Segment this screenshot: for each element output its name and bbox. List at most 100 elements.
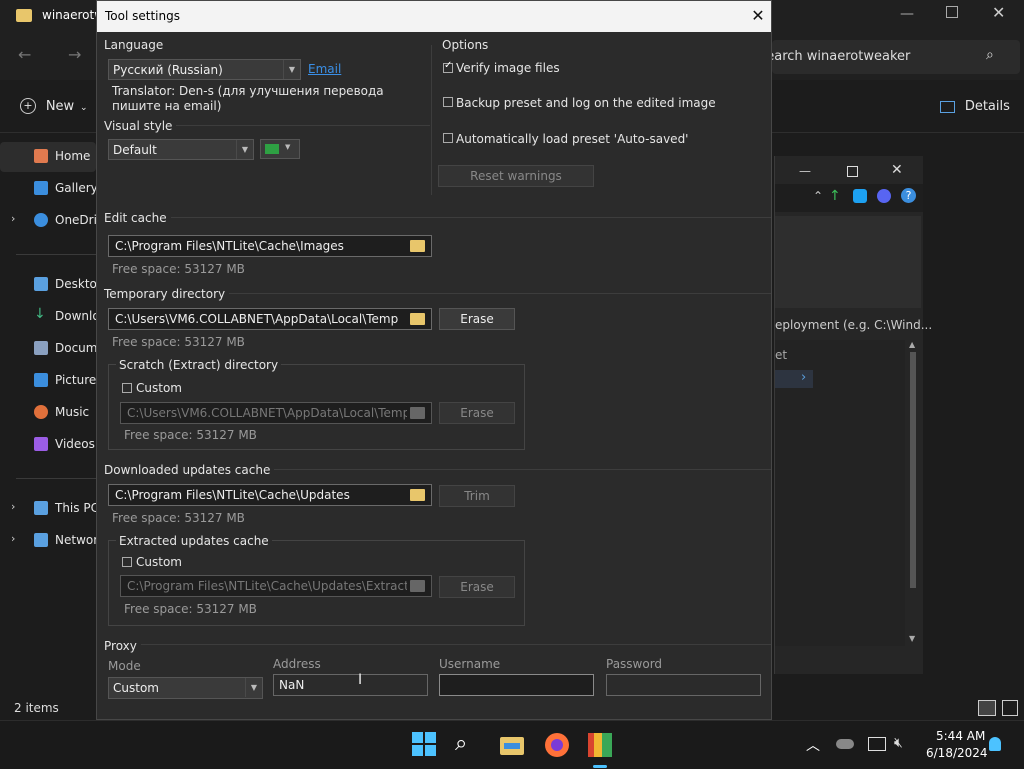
details-button[interactable]: Details xyxy=(940,99,1010,114)
pictures-icon xyxy=(34,373,48,387)
sidebar-item-documents[interactable]: Documents xyxy=(0,334,123,364)
password-field[interactable] xyxy=(606,674,761,696)
backup-checkbox[interactable] xyxy=(443,97,453,107)
bg-close-icon[interactable]: ✕ xyxy=(891,162,903,178)
scroll-thumb[interactable] xyxy=(910,352,916,588)
folder-icon[interactable] xyxy=(410,313,425,325)
sidebar-item-music[interactable]: Music xyxy=(0,398,96,428)
trim-button[interactable]: Trim xyxy=(439,485,515,507)
volume-muted-icon[interactable]: 🔇︎ xyxy=(894,735,903,751)
sidebar-item-downloads[interactable]: ↓ Downloads xyxy=(0,302,121,332)
clock-date[interactable]: 6/18/2024 xyxy=(926,746,988,760)
email-link[interactable]: Email xyxy=(308,62,341,76)
sidebar-item-desktop[interactable]: Desktop xyxy=(0,270,105,300)
network-tray-icon[interactable] xyxy=(868,737,886,751)
back-icon[interactable]: ← xyxy=(18,45,31,64)
folder-icon xyxy=(16,9,32,22)
sidebar-item-pictures[interactable]: Pictures xyxy=(0,366,103,396)
sidebar-item-gallery[interactable]: Gallery xyxy=(0,174,98,204)
scratch-erase-button[interactable]: Erase xyxy=(439,402,515,424)
sidebar-item-home[interactable]: Home xyxy=(0,142,96,172)
start-icon[interactable] xyxy=(411,731,439,759)
help-icon[interactable]: ? xyxy=(901,188,916,203)
verify-label[interactable]: Verify image files xyxy=(456,61,560,75)
sidebar-item-videos[interactable]: Videos xyxy=(0,430,96,460)
scratch-path-field[interactable]: C:\Users\VM6.COLLABNET\AppData\Local\Tem… xyxy=(120,402,432,424)
chevron-right-icon[interactable]: › xyxy=(11,212,15,225)
backup-label[interactable]: Backup preset and log on the edited imag… xyxy=(456,96,716,110)
temp-erase-button[interactable]: Erase xyxy=(439,308,515,330)
music-icon xyxy=(34,405,48,419)
folder-icon[interactable] xyxy=(410,407,425,419)
arrow-up-icon[interactable]: ⌃ xyxy=(813,189,823,203)
translator-text: Translator: Den-s (для улучшения перевод… xyxy=(112,84,384,113)
clock-time[interactable]: 5:44 AM xyxy=(936,729,985,743)
bg-expand-row[interactable] xyxy=(775,370,813,388)
folder-icon[interactable] xyxy=(410,489,425,501)
chevron-right-icon[interactable]: › xyxy=(11,532,15,545)
restore-icon[interactable] xyxy=(946,6,958,18)
proxy-label: Proxy xyxy=(104,639,141,653)
temp-dir-path-field[interactable]: C:\Users\VM6.COLLABNET\AppData\Local\Tem… xyxy=(108,308,432,330)
search-icon[interactable]: ⌕ xyxy=(455,731,483,759)
new-button[interactable]: + New ⌄ xyxy=(20,98,88,114)
folder-icon[interactable] xyxy=(410,580,425,592)
minimize-icon[interactable]: — xyxy=(900,6,914,22)
sidebar-item-onedrive[interactable]: › OneDrive xyxy=(0,206,111,236)
autoload-label[interactable]: Automatically load preset 'Auto-saved' xyxy=(456,132,688,146)
discord-icon[interactable] xyxy=(877,189,891,203)
extracted-erase-button[interactable]: Erase xyxy=(439,576,515,598)
close-icon[interactable]: ✕ xyxy=(992,3,1005,22)
extracted-custom-label[interactable]: Custom xyxy=(136,555,182,569)
address-field[interactable]: NaN xyxy=(273,674,428,696)
username-field[interactable] xyxy=(439,674,594,696)
language-select[interactable]: Русский (Russian) ▼ xyxy=(108,59,301,80)
notification-bell-icon[interactable] xyxy=(989,737,1001,751)
green-arrow-up-icon[interactable]: ↑ xyxy=(829,188,841,204)
chevron-right-icon[interactable]: › xyxy=(11,500,15,513)
sidebar-item-network[interactable]: › Network xyxy=(0,526,105,556)
onedrive-tray-icon[interactable] xyxy=(836,739,854,749)
extracted-cache-path-field[interactable]: C:\Program Files\NTLite\Cache\Updates\Ex… xyxy=(120,575,432,597)
scroll-down-icon[interactable]: ▼ xyxy=(909,634,915,643)
scratch-custom-label[interactable]: Custom xyxy=(136,381,182,395)
scroll-up-icon[interactable]: ▲ xyxy=(909,340,915,349)
close-icon[interactable]: ✕ xyxy=(747,5,769,27)
address-label: Address xyxy=(273,657,321,671)
explorer-tab-title[interactable]: winaerotweaker xyxy=(42,8,96,22)
reset-warnings-button[interactable]: Reset warnings xyxy=(438,165,594,187)
search-input[interactable]: Search winaerotweaker xyxy=(758,49,978,64)
forward-icon[interactable]: → xyxy=(68,45,81,64)
bg-path-text: eployment (e.g. C:\Wind... xyxy=(775,318,933,332)
verify-checkbox[interactable] xyxy=(443,60,453,73)
autoload-checkbox[interactable] xyxy=(443,133,453,143)
bg-maximize-icon[interactable] xyxy=(847,166,858,177)
proxy-mode-select[interactable]: Custom ▼ xyxy=(108,677,263,699)
sidebar: Home Gallery › OneDrive Desktop ↓ Downlo… xyxy=(0,142,123,562)
scratch-custom-checkbox[interactable] xyxy=(122,383,132,393)
bg-list-item[interactable]: et xyxy=(775,348,787,362)
text-cursor-icon: I xyxy=(358,672,363,688)
extracted-custom-checkbox[interactable] xyxy=(122,557,132,567)
file-explorer-icon[interactable] xyxy=(498,731,526,759)
twitter-icon[interactable] xyxy=(853,189,867,203)
extracted-cache-label: Extracted updates cache xyxy=(116,534,272,548)
downloaded-cache-path-field[interactable]: C:\Program Files\NTLite\Cache\Updates xyxy=(108,484,432,506)
bg-scrollbar[interactable]: ▲ ▼ xyxy=(907,340,919,646)
search-box[interactable]: Search winaerotweaker ⌕ xyxy=(758,40,1020,74)
address-value: NaN xyxy=(279,678,305,692)
firefox-icon[interactable] xyxy=(543,731,571,759)
ntlite-icon[interactable] xyxy=(586,731,614,759)
bg-toolbar: ⌃ ↑ ? xyxy=(775,184,923,212)
bg-minimize-icon[interactable]: — xyxy=(799,164,811,178)
search-icon[interactable]: ⌕ xyxy=(986,47,994,63)
chevron-up-icon[interactable]: ︿ xyxy=(806,735,820,755)
visual-style-select[interactable]: Default ▼ xyxy=(108,139,254,160)
sidebar-item-this-pc[interactable]: › This PC xyxy=(0,494,99,524)
tiles-view-icon[interactable] xyxy=(1002,700,1018,716)
chevron-down-icon: ▼ xyxy=(245,678,262,697)
list-view-icon[interactable] xyxy=(978,700,996,716)
edit-cache-path-field[interactable]: C:\Program Files\NTLite\Cache\Images xyxy=(108,235,432,257)
style-color-picker[interactable]: ▼ xyxy=(260,139,300,159)
folder-icon[interactable] xyxy=(410,240,425,252)
